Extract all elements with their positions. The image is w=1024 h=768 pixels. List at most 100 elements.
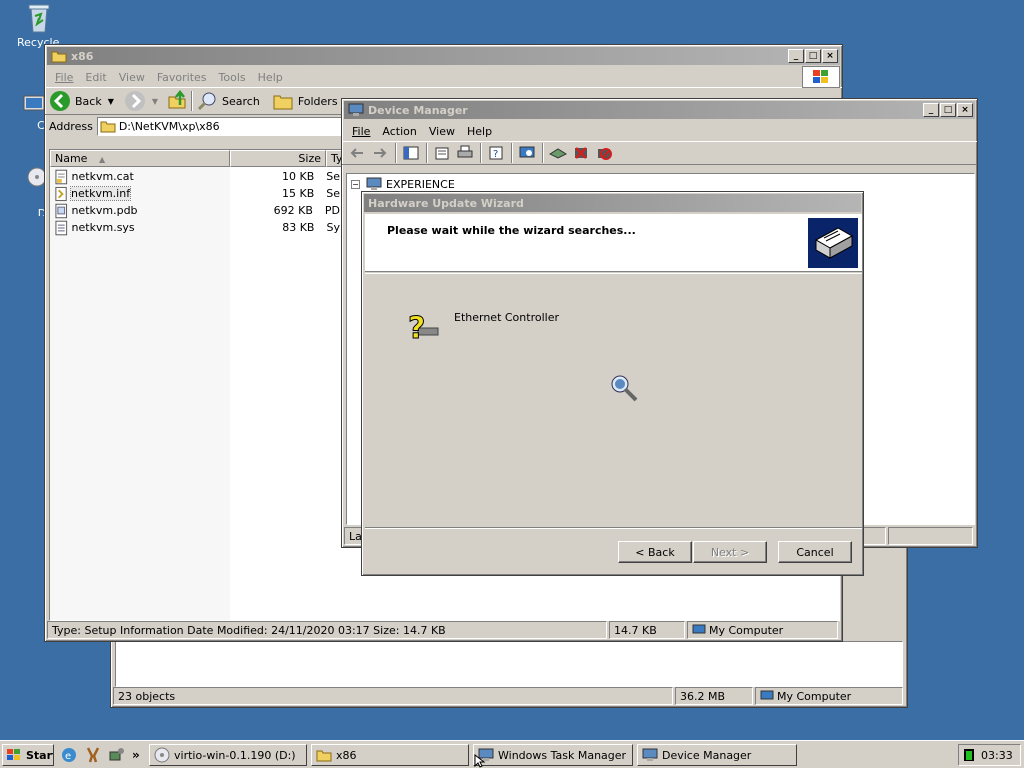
- status-location: My Computer: [755, 687, 903, 705]
- collapse-toggle-icon[interactable]: −: [351, 179, 360, 189]
- status-location-label: My Computer: [709, 623, 784, 637]
- file-name: netkvm.cat: [71, 170, 134, 183]
- column-header-size[interactable]: Size: [230, 150, 326, 167]
- device-name: Ethernet Controller: [454, 311, 559, 324]
- uninstall-icon: [575, 147, 587, 159]
- file-row[interactable]: netkvm.cat 10 KB Se: [50, 168, 340, 185]
- catalog-file-icon: [55, 169, 68, 184]
- close-button[interactable]: ×: [822, 49, 838, 63]
- status-location-label: My Computer: [777, 689, 852, 703]
- task-label: Device Manager: [662, 748, 752, 762]
- menu-view[interactable]: View: [423, 125, 461, 138]
- status-size: 36.2 MB: [675, 687, 753, 705]
- cancel-button-label: Cancel: [796, 545, 834, 559]
- task-x86[interactable]: x86: [311, 744, 469, 766]
- task-manager-cpu-icon[interactable]: [963, 748, 975, 762]
- menu-action[interactable]: Action: [376, 125, 422, 138]
- tree-root-node[interactable]: − EXPERIENCE: [351, 177, 455, 191]
- hardware-update-wizard[interactable]: Hardware Update Wizard Please wait while…: [361, 191, 864, 576]
- chevron-down-icon[interactable]: ▼: [108, 97, 114, 106]
- device-manager-titlebar[interactable]: Device Manager _ □ ×: [344, 101, 975, 119]
- task-label: virtio-win-0.1.190 (D:): [174, 748, 296, 762]
- forward-button[interactable]: [369, 142, 391, 164]
- menu-help[interactable]: Help: [461, 125, 498, 138]
- menu-help[interactable]: Help: [252, 71, 289, 84]
- task-device-manager[interactable]: Device Manager: [637, 744, 797, 766]
- back-button[interactable]: < Back: [618, 541, 692, 563]
- recycle-bin-icon: [28, 4, 50, 33]
- close-button[interactable]: ×: [957, 103, 973, 117]
- column-header-name[interactable]: Name ▲: [50, 150, 230, 167]
- menu-favorites[interactable]: Favorites: [151, 71, 213, 84]
- disable-device-button[interactable]: [593, 142, 615, 164]
- menu-edit[interactable]: Edit: [79, 71, 112, 84]
- update-driver-button[interactable]: [547, 142, 569, 164]
- cancel-button[interactable]: Cancel: [778, 541, 852, 563]
- search-icon: [197, 92, 216, 111]
- status-object-count: 23 objects: [113, 687, 673, 705]
- folder-icon: [51, 51, 67, 63]
- disable-icon: [598, 148, 612, 160]
- svg-text:?: ?: [408, 311, 425, 344]
- file-size: 83 KB: [282, 221, 315, 234]
- recycle-bin-desktop-icon[interactable]: Recycle Bin: [8, 2, 70, 49]
- network-icon[interactable]: [108, 746, 126, 764]
- window-title: x86: [71, 49, 94, 63]
- properties-button[interactable]: [431, 142, 453, 164]
- explorer-titlebar[interactable]: x86 _ □ ×: [47, 47, 840, 65]
- internet-explorer-icon[interactable]: e: [60, 746, 78, 764]
- menu-file[interactable]: File: [49, 71, 79, 84]
- file-row[interactable]: netkvm.sys 83 KB Sy: [50, 219, 340, 236]
- menu-view[interactable]: View: [113, 71, 151, 84]
- properties-icon: [435, 147, 449, 160]
- computer-icon: [692, 624, 706, 634]
- back-button[interactable]: [346, 142, 368, 164]
- printer-icon: [457, 145, 473, 158]
- folders-button[interactable]: Folders: [272, 91, 338, 111]
- back-button[interactable]: Back ▼: [49, 90, 114, 112]
- wizard-titlebar[interactable]: Hardware Update Wizard: [364, 194, 861, 212]
- quick-launch-chevron[interactable]: »: [132, 748, 140, 762]
- scan-hardware-button[interactable]: [516, 142, 538, 164]
- search-button[interactable]: Search: [196, 90, 260, 112]
- up-folder-button[interactable]: [166, 89, 188, 114]
- task-label: x86: [336, 748, 357, 762]
- forward-button[interactable]: ▼: [124, 90, 158, 112]
- toolbar-separator: [395, 143, 397, 163]
- print-button[interactable]: [454, 142, 476, 164]
- help-button[interactable]: ?: [485, 142, 507, 164]
- menu-file[interactable]: File: [346, 125, 376, 138]
- computer-icon: [366, 177, 382, 190]
- file-row-selected[interactable]: netkvm.inf 15 KB Se: [50, 185, 340, 202]
- status-location: My Computer: [687, 621, 838, 639]
- task-label: Windows Task Manager: [498, 748, 627, 762]
- clock[interactable]: 03:33: [981, 749, 1013, 762]
- unknown-device-icon: ?: [408, 311, 439, 344]
- minimize-button[interactable]: _: [788, 49, 804, 63]
- tools-icon[interactable]: [84, 746, 102, 764]
- maximize-button[interactable]: □: [940, 103, 956, 117]
- back-arrow-icon: [350, 148, 363, 158]
- maximize-button[interactable]: □: [805, 49, 821, 63]
- device-manager-icon: [642, 748, 658, 761]
- address-input[interactable]: D:\NetKVM\xp\x86: [96, 116, 347, 136]
- my-computer-desktop-icon[interactable]: C: [22, 92, 46, 132]
- menu-tools[interactable]: Tools: [213, 71, 252, 84]
- next-button[interactable]: Next >: [693, 541, 767, 563]
- file-name: netkvm.pdb: [71, 204, 138, 217]
- uninstall-button[interactable]: [570, 142, 592, 164]
- forward-arrow-icon: [374, 148, 387, 158]
- start-button[interactable]: Start: [2, 744, 54, 766]
- file-type: Se: [326, 187, 340, 200]
- chevron-down-icon[interactable]: ▼: [152, 97, 158, 106]
- quick-launch: e »: [60, 744, 140, 766]
- file-type: PD: [324, 204, 340, 217]
- wizard-header: Please wait while the wizard searches...: [365, 214, 862, 272]
- minimize-button[interactable]: _: [923, 103, 939, 117]
- file-row[interactable]: netkvm.pdb 692 KB PD: [50, 202, 340, 219]
- show-hide-tree-button[interactable]: [400, 142, 422, 164]
- searching-magnifier-icon: [611, 375, 638, 402]
- folder-icon: [316, 750, 332, 762]
- task-virtio-win[interactable]: virtio-win-0.1.190 (D:): [149, 744, 307, 766]
- task-task-manager[interactable]: Windows Task Manager: [473, 744, 633, 766]
